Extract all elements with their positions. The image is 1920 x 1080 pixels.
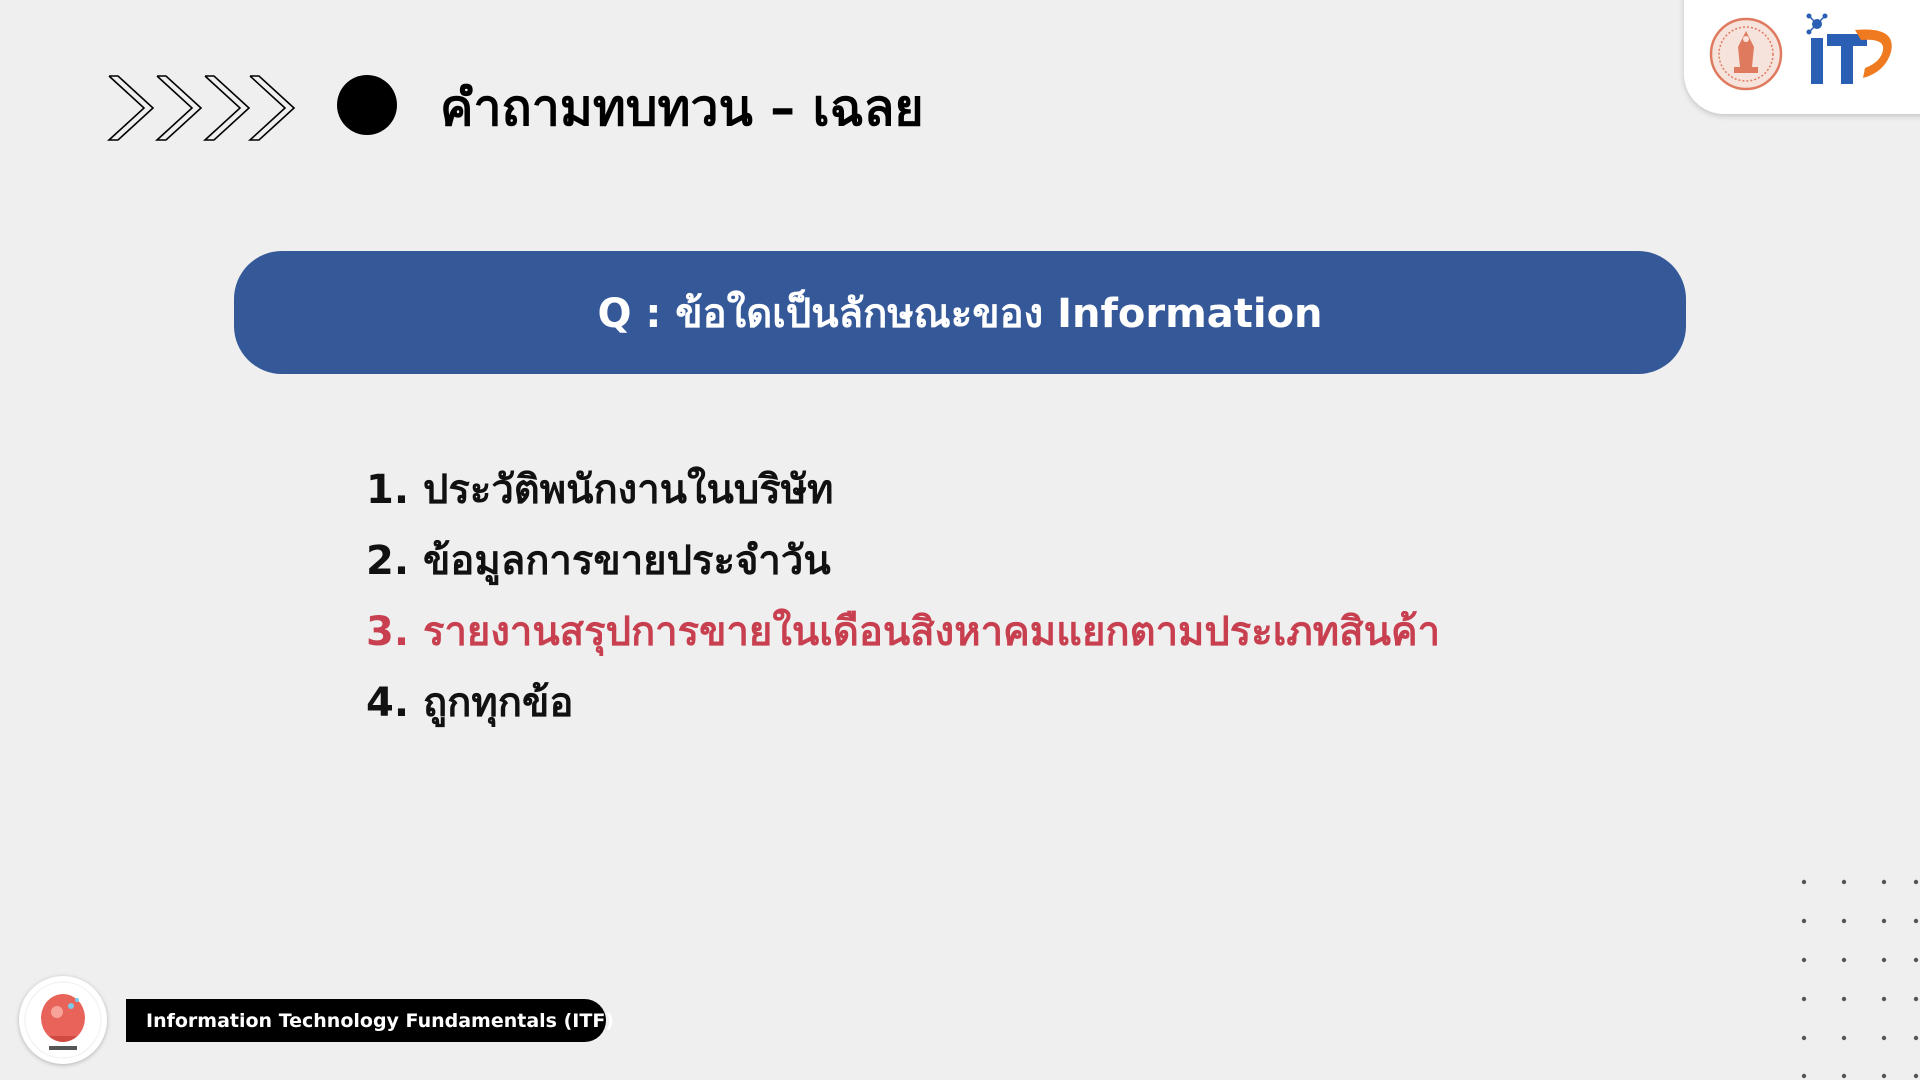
question-text: Q : ข้อใดเป็นลักษณะของ Information — [597, 290, 1323, 337]
chevrons-right-icon — [106, 75, 296, 141]
decorative-dot-grid — [1801, 879, 1919, 1079]
answer-option-3-correct: 3. รายงานสรุปการขายในเดือนสิงหาคมแยกตามป… — [366, 609, 1441, 655]
answer-option-1: 1. ประวัติพนักงานในบริษัท — [366, 467, 834, 513]
title-bullet-dot — [337, 75, 397, 135]
course-name-pill: Information Technology Fundamentals (ITF… — [126, 999, 614, 1042]
slide: คำถามทบทวน – เฉลย Q : ข้อใดเป็นลักษณะของ… — [0, 0, 1920, 1080]
course-name: Information Technology Fundamentals (ITF… — [146, 1009, 614, 1032]
answer-option-4: 4. ถูกทุกข้อ — [366, 680, 574, 726]
page-title: คำถามทบทวน – เฉลย — [440, 79, 924, 137]
question-banner: Q : ข้อใดเป็นลักษณะของ Information — [234, 251, 1686, 374]
university-seal-icon — [1709, 17, 1783, 91]
answer-option-2: 2. ข้อมูลการขายประจำวัน — [366, 538, 831, 584]
answer-list: 1. ประวัติพนักงานในบริษัท 2. ข้อมูลการขา… — [366, 455, 1666, 739]
it-logo-icon — [1806, 13, 1892, 84]
tobeit-mascot-icon — [19, 976, 107, 1064]
